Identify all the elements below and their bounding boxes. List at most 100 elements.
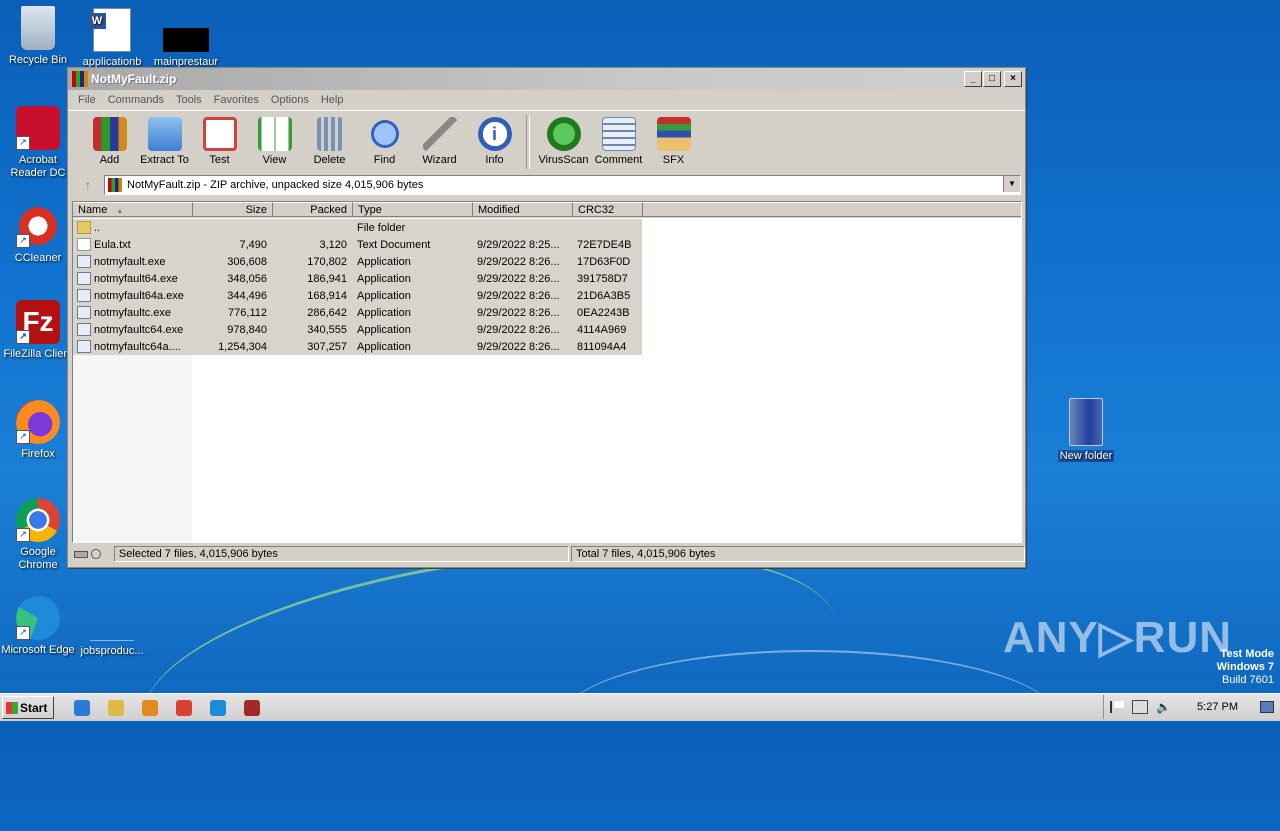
wizard-button[interactable]: Wizard	[412, 111, 467, 166]
network-icon[interactable]	[1132, 700, 1149, 714]
view-label: View	[262, 154, 287, 166]
edge-icon	[210, 699, 226, 716]
file-crc32: 17D63F0D	[577, 255, 631, 268]
up-folder-button[interactable]: ↑	[72, 177, 104, 193]
taskbar: Start 🔈 5:27 PM	[0, 693, 1280, 721]
file-size: 348,056	[227, 272, 267, 285]
column-header-type[interactable]: Type	[353, 202, 473, 217]
taskbar-app-button[interactable]	[240, 697, 264, 719]
desktop-icon-label: FileZilla Client	[3, 348, 73, 360]
column-header-name-label: Name	[78, 204, 108, 216]
column-header-name[interactable]: Name ▲	[73, 202, 193, 217]
view-button[interactable]: View	[247, 111, 302, 166]
info-button[interactable]: i Info	[467, 111, 522, 166]
blank-file-icon	[90, 596, 134, 641]
file-row[interactable]: notmyfaultc64.exe 978,840 340,555 Applicati…	[73, 321, 642, 338]
file-crc32: 72E7DE4B	[577, 238, 632, 251]
status-icons	[68, 546, 114, 562]
file-list[interactable]: Name ▲ Size Packed Type Modified CRC32 .…	[72, 201, 1022, 543]
minimize-button[interactable]: _	[964, 71, 982, 87]
file-row[interactable]: notmyfaultc.exe 776,112 286,642 Application…	[73, 304, 642, 321]
desktop-icon-jobsproduc[interactable]: jobsproduc...	[74, 596, 150, 658]
taskbar-app-button[interactable]	[104, 697, 128, 719]
test-mode-notice: Test Mode Windows 7 Build 7601	[1217, 648, 1274, 687]
wizard-label: Wizard	[422, 154, 457, 166]
desktop-icon-new-folder[interactable]: New folder	[1048, 398, 1124, 463]
file-row[interactable]: notmyfaultc64a.... 1,254,304 307,257 Applic…	[73, 338, 642, 355]
desktop-icon-mainprestaur[interactable]: mainprestaur	[148, 8, 224, 69]
find-label: Find	[373, 154, 396, 166]
comment-button[interactable]: Comment	[591, 111, 646, 166]
file-row[interactable]: Eula.txt 7,490 3,120 Text Document 9/29/2022…	[73, 236, 642, 253]
file-row[interactable]: notmyfault64.exe 348,056 186,941 Applicatio…	[73, 270, 642, 287]
close-button[interactable]: ×	[1004, 71, 1022, 87]
virusscan-label: VirusScan	[538, 154, 589, 166]
desktop-icon-firefox[interactable]: ↗ Firefox	[0, 400, 76, 461]
comment-icon	[601, 117, 636, 151]
file-name: notmyfault64.exe	[73, 272, 192, 285]
taskbar-app-button[interactable]	[206, 697, 230, 719]
file-packed: 3,120	[319, 238, 347, 251]
delete-button[interactable]: Delete	[302, 111, 357, 166]
menu-help[interactable]: Help	[315, 94, 350, 106]
file-modified: 9/29/2022 8:26...	[477, 340, 560, 353]
column-header-modified[interactable]: Modified	[473, 202, 573, 217]
file-packed: 168,914	[307, 289, 347, 302]
internet-explorer-icon	[74, 699, 90, 716]
redacted-file-icon	[163, 28, 209, 52]
desktop-icon-applicationb[interactable]: W applicationb	[74, 8, 150, 69]
find-button[interactable]: Find	[357, 111, 412, 166]
sfx-button[interactable]: SFX	[646, 111, 701, 166]
file-name-text: Eula.txt	[94, 238, 131, 251]
desktop-icon-ccleaner[interactable]: ↗ CCleaner	[0, 204, 76, 265]
text-file-icon	[77, 238, 91, 251]
address-field[interactable]: NotMyFault.zip - ZIP archive, unpacked s…	[104, 175, 1021, 195]
taskbar-app-button[interactable]	[138, 697, 162, 719]
file-crc32: 811094A4	[577, 340, 627, 353]
clock[interactable]: 5:27 PM	[1197, 701, 1238, 713]
maximize-button[interactable]: □	[983, 71, 1001, 87]
flag-icon[interactable]	[1110, 701, 1125, 713]
column-header-crc32[interactable]: CRC32	[573, 202, 643, 217]
desktop-icon-acrobat[interactable]: ↗ Acrobat Reader DC	[0, 106, 76, 180]
file-row[interactable]: notmyfault.exe 306,608 170,802 Application 9…	[73, 253, 642, 270]
file-crc32: 4114A969	[577, 323, 627, 336]
start-button[interactable]: Start	[2, 696, 54, 719]
shortcut-arrow-icon: ↗	[16, 528, 30, 542]
taskbar-app-button[interactable]	[70, 697, 94, 719]
chrome-icon	[176, 699, 192, 716]
file-name: notmyfaultc64.exe	[73, 323, 192, 336]
word-document-icon: W	[88, 8, 131, 52]
file-row[interactable]: .. File folder	[73, 219, 642, 236]
column-header-size[interactable]: Size	[193, 202, 273, 217]
volume-icon[interactable]: 🔈	[1156, 700, 1171, 714]
toolbar-separator	[526, 115, 530, 169]
menu-favorites[interactable]: Favorites	[208, 94, 265, 106]
desktop-icon-edge[interactable]: ↗ Microsoft Edge	[0, 596, 76, 657]
menu-tools[interactable]: Tools	[170, 94, 208, 106]
test-button[interactable]: Test	[192, 111, 247, 166]
edge-icon: ↗	[16, 596, 60, 640]
menu-options[interactable]: Options	[265, 94, 315, 106]
desktop-icon-filezilla[interactable]: Fz ↗ FileZilla Client	[0, 300, 76, 361]
file-packed: 170,802	[307, 255, 347, 268]
column-header-packed[interactable]: Packed	[273, 202, 353, 217]
show-desktop-icon[interactable]	[1260, 701, 1274, 713]
virusscan-button[interactable]: VirusScan	[536, 111, 591, 166]
taskbar-app-button[interactable]	[172, 697, 196, 719]
add-button[interactable]: Add	[82, 111, 137, 166]
menu-file[interactable]: File	[72, 94, 102, 106]
file-row[interactable]: notmyfault64a.exe 344,496 168,914 Applicati…	[73, 287, 642, 304]
desktop-icon-label: CCleaner	[14, 252, 62, 264]
desktop-icon-chrome[interactable]: ↗ Google Chrome	[0, 498, 76, 572]
application-icon	[77, 255, 91, 268]
menu-commands[interactable]: Commands	[102, 94, 170, 106]
desktop-icon-recycle-bin[interactable]: Recycle Bin	[0, 6, 76, 67]
chevron-down-icon[interactable]: ▼	[1003, 176, 1020, 192]
desktop-icon-label: Recycle Bin	[8, 54, 68, 66]
toolbar: Add Extract To Test View Delete Find Wiz…	[68, 110, 1025, 173]
file-modified: 9/29/2022 8:26...	[477, 323, 560, 336]
title-bar[interactable]: NotMyFault.zip _ □ ×	[68, 68, 1025, 90]
extract-to-button[interactable]: Extract To	[137, 111, 192, 166]
file-size: 1,254,304	[218, 340, 267, 353]
